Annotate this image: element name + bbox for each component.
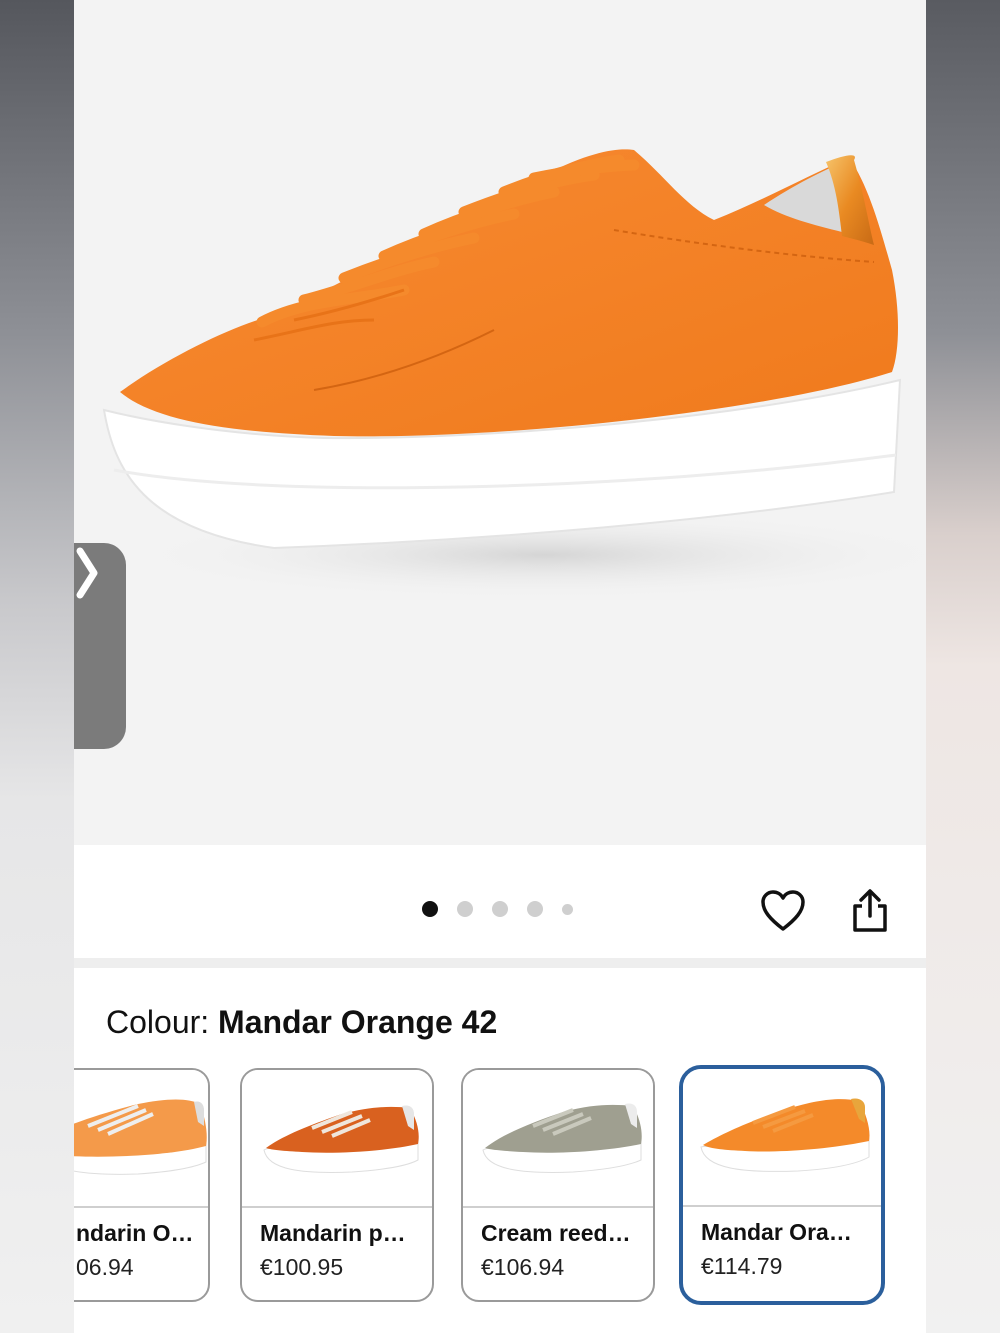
background-left-edge	[0, 0, 74, 1333]
variant-thumbnail	[242, 1070, 432, 1208]
gallery-controls	[74, 845, 926, 958]
variant-price: €106.94	[481, 1254, 565, 1280]
variant-name: ndarin O…	[76, 1220, 194, 1246]
variant-name: Mandar Ora…	[701, 1219, 852, 1245]
colour-variant-list: ndarin O… 06.94 Mandarin p… €100.95 Crea…	[74, 1065, 926, 1308]
variant-card-mandar-orange[interactable]: Mandar Ora… €114.79	[679, 1065, 885, 1305]
pagination-dot-2[interactable]	[457, 901, 473, 917]
gallery-next-button[interactable]	[74, 543, 126, 749]
variant-thumbnail	[463, 1070, 653, 1208]
section-divider	[74, 958, 926, 968]
pagination-dot-4[interactable]	[527, 901, 543, 917]
pagination-dots[interactable]	[422, 901, 592, 917]
background-right-edge	[926, 0, 1000, 1333]
variant-card-mandarin-orange[interactable]: ndarin O… 06.94	[74, 1068, 210, 1302]
favorite-button[interactable]	[757, 885, 809, 937]
variant-thumbnail	[683, 1069, 881, 1207]
colour-value: Mandar Orange 42	[218, 1004, 498, 1040]
variant-thumbnail	[74, 1070, 208, 1208]
product-image-gallery[interactable]	[74, 0, 926, 845]
variant-price: 06.94	[76, 1254, 134, 1280]
share-button[interactable]	[844, 885, 896, 937]
variant-name: Cream reed…	[481, 1220, 631, 1246]
variant-name: Mandarin p…	[260, 1220, 406, 1246]
heart-icon	[761, 890, 805, 931]
colour-selection-label: Colour: Mandar Orange 42	[106, 1004, 497, 1041]
pagination-dot-3[interactable]	[492, 901, 508, 917]
variant-price: €114.79	[701, 1253, 783, 1279]
variant-card-cream-reed[interactable]: Cream reed… €106.94	[461, 1068, 655, 1302]
variant-price: €100.95	[260, 1254, 344, 1280]
product-image	[102, 149, 926, 600]
pagination-dot-5[interactable]	[562, 903, 573, 915]
variant-card-mandarin-p[interactable]: Mandarin p… €100.95	[240, 1068, 434, 1302]
colour-label: Colour:	[106, 1004, 219, 1040]
chevron-right-icon	[76, 547, 98, 599]
share-icon	[853, 889, 887, 932]
pagination-dot-1[interactable]	[422, 901, 438, 917]
product-page: Colour: Mandar Orange 42 ndarin O… 06.94	[74, 0, 926, 1333]
